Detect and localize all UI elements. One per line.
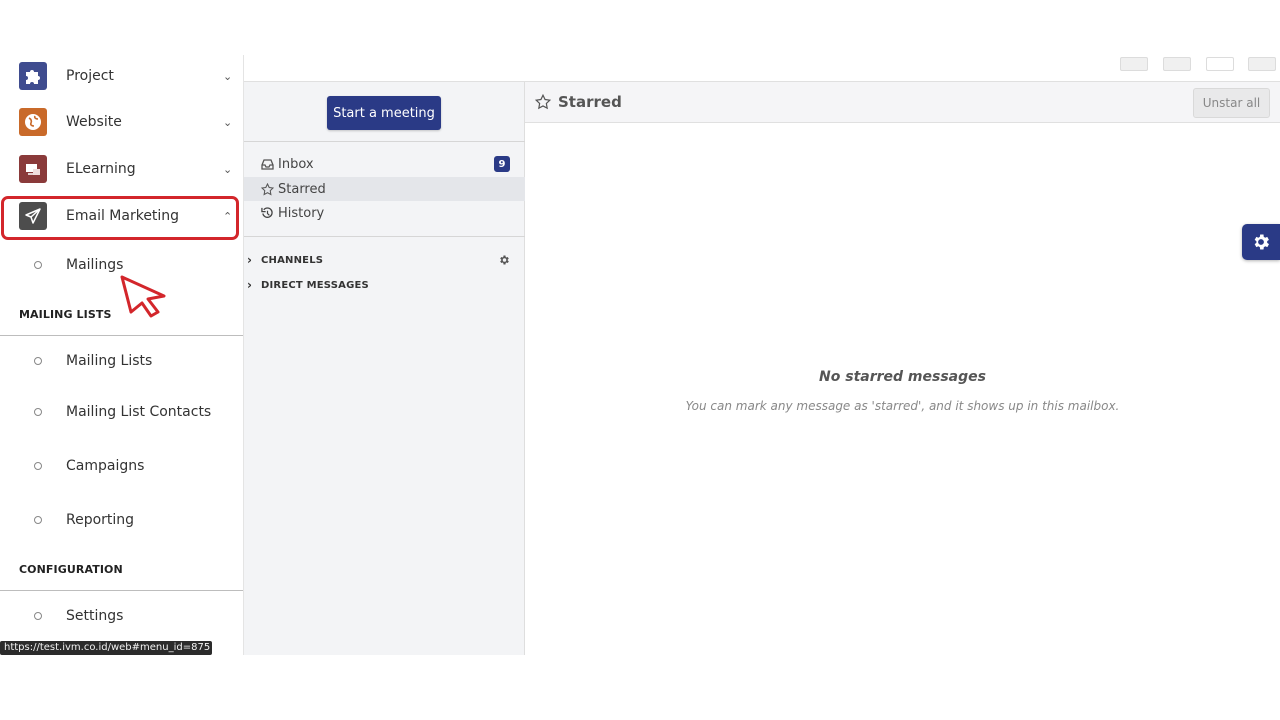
main-panel: Starred Unstar all No starred messages Y… xyxy=(525,82,1280,655)
menu-item-mailing-lists[interactable]: Mailing Lists xyxy=(0,346,243,376)
divider xyxy=(0,590,243,591)
inbox-icon xyxy=(260,157,274,171)
cursor-arrow-icon xyxy=(120,275,166,318)
app-item-project[interactable]: Project ⌄ xyxy=(0,55,243,97)
menu-item-label: Settings xyxy=(66,608,124,624)
mailbox-label: History xyxy=(278,205,325,221)
menu-item-label: Mailing List Contacts xyxy=(66,404,212,420)
menu-item-campaigns[interactable]: Campaigns xyxy=(0,451,243,481)
empty-state-title: No starred messages xyxy=(819,369,986,385)
category-label: CHANNELS xyxy=(261,254,324,266)
settings-gear-button[interactable] xyxy=(1242,224,1280,260)
unstar-all-button[interactable]: Unstar all xyxy=(1193,88,1270,118)
app-item-elearning[interactable]: ELearning ⌄ xyxy=(0,148,243,190)
chevron-right-icon: › xyxy=(247,278,252,292)
menu-item-settings[interactable]: Settings xyxy=(0,601,243,631)
toolbar-button[interactable] xyxy=(1248,57,1276,71)
chevron-down-icon: ⌄ xyxy=(223,69,233,83)
toolbar-button[interactable] xyxy=(1163,57,1191,71)
mailbox-label: Starred xyxy=(278,181,326,197)
circle-icon xyxy=(34,357,42,365)
circle-icon xyxy=(34,408,42,416)
menu-item-label: Reporting xyxy=(66,512,135,528)
puzzle-icon xyxy=(19,62,47,90)
gear-icon[interactable] xyxy=(498,254,510,266)
globe-icon xyxy=(19,108,47,136)
divider xyxy=(244,141,525,142)
circle-icon xyxy=(34,516,42,524)
chevron-down-icon: ⌄ xyxy=(223,115,233,129)
elearning-icon xyxy=(19,155,47,183)
app-label: Website xyxy=(66,114,122,130)
discuss-sidebar: Start a meeting Inbox 9 Starred History … xyxy=(244,82,525,655)
circle-icon xyxy=(34,462,42,470)
menu-item-label: Campaigns xyxy=(66,458,145,474)
highlight-box xyxy=(1,196,239,240)
empty-state-text: You can mark any message as 'starred', a… xyxy=(685,399,1120,413)
chevron-down-icon: ⌄ xyxy=(223,162,233,176)
star-icon xyxy=(260,182,274,196)
mailbox-label: Inbox xyxy=(278,156,314,172)
circle-icon xyxy=(34,261,42,269)
mailbox-history[interactable]: History xyxy=(244,201,525,225)
app-label: Project xyxy=(66,68,114,84)
home-icon[interactable] xyxy=(1206,57,1234,71)
app-label: ELearning xyxy=(66,161,136,177)
start-meeting-button[interactable]: Start a meeting xyxy=(327,96,441,130)
mailbox-inbox[interactable]: Inbox 9 xyxy=(244,152,525,176)
main-header: Starred Unstar all xyxy=(525,82,1280,123)
gear-icon xyxy=(1254,234,1269,250)
app-menu: Project ⌄ Website ⌄ ELearning ⌄ Email Ma… xyxy=(0,55,244,655)
category-direct-messages[interactable]: › DIRECT MESSAGES xyxy=(244,275,525,295)
circle-icon xyxy=(34,612,42,620)
screen: Project ⌄ Website ⌄ ELearning ⌄ Email Ma… xyxy=(0,0,1280,720)
page-title: Starred xyxy=(558,93,622,111)
star-icon xyxy=(535,94,551,110)
menu-item-reporting[interactable]: Reporting xyxy=(0,505,243,535)
mailbox-starred[interactable]: Starred xyxy=(244,177,525,201)
unread-badge: 9 xyxy=(494,156,510,172)
toolbar-button[interactable] xyxy=(1120,57,1148,71)
menu-item-label: Mailing Lists xyxy=(66,353,153,369)
divider xyxy=(0,335,243,336)
section-title-mailing-lists: MAILING LISTS xyxy=(19,308,112,321)
category-channels[interactable]: › CHANNELS xyxy=(244,250,525,270)
divider xyxy=(244,236,525,237)
section-title-configuration: CONFIGURATION xyxy=(19,563,123,576)
category-label: DIRECT MESSAGES xyxy=(261,279,369,291)
app-item-website[interactable]: Website ⌄ xyxy=(0,101,243,143)
chevron-right-icon: › xyxy=(247,253,252,267)
menu-item-label: Mailings xyxy=(66,257,124,273)
menu-item-mailing-list-contacts[interactable]: Mailing List Contacts xyxy=(0,397,243,427)
status-url-tooltip: https://test.ivm.co.id/web#menu_id=875 xyxy=(0,641,212,655)
history-icon xyxy=(260,206,274,220)
